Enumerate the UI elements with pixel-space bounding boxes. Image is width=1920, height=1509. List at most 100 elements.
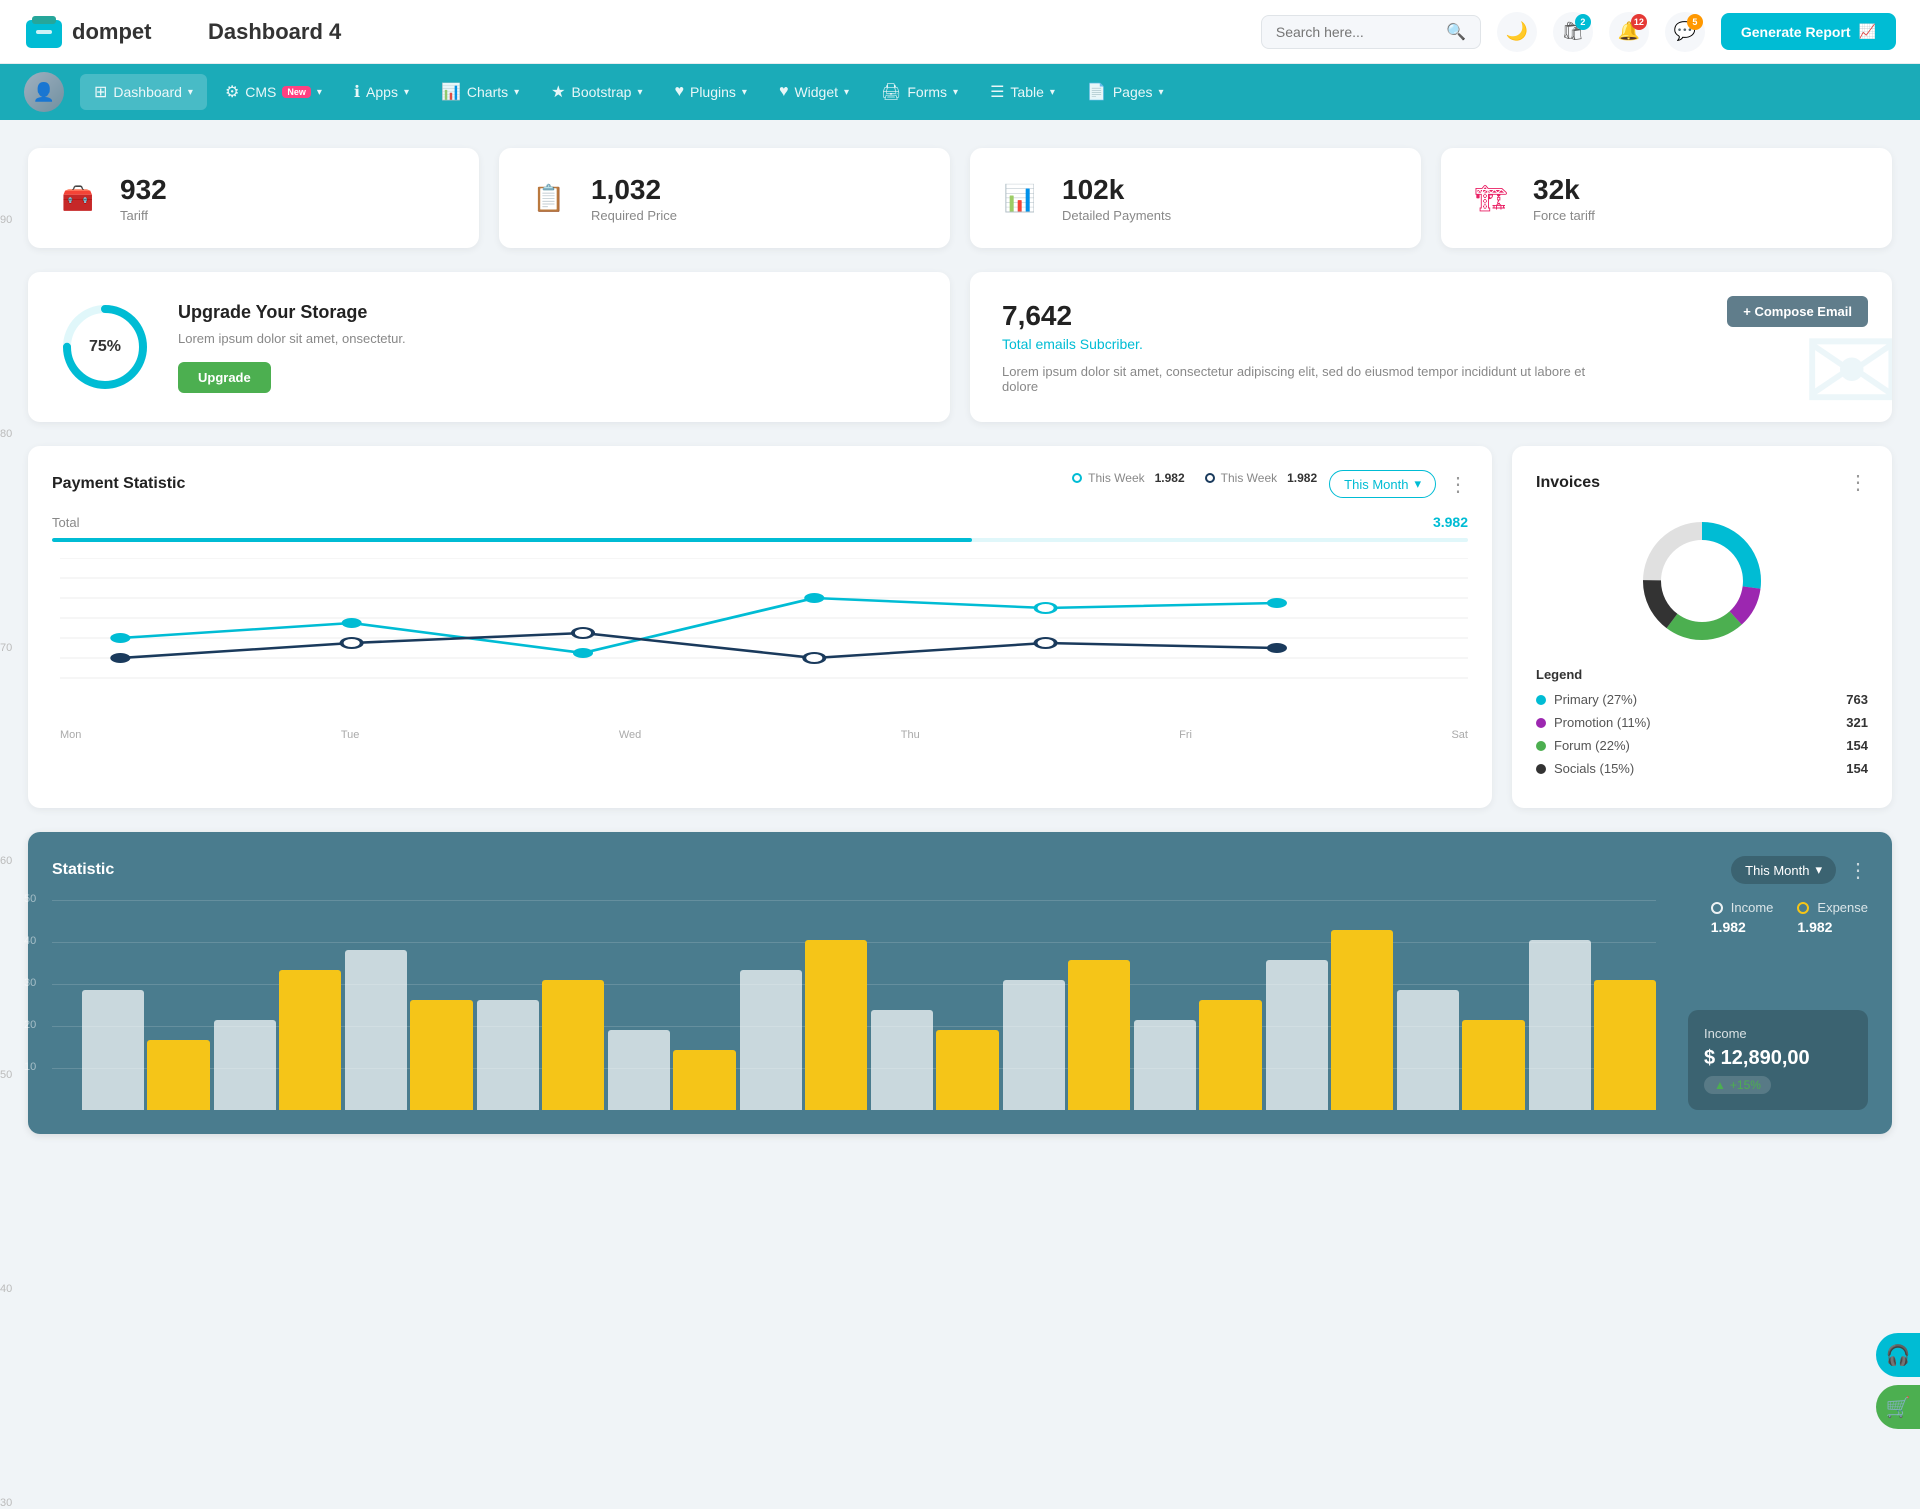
bar-yellow-1 (279, 970, 341, 1110)
tariff-label: Tariff (120, 208, 167, 223)
bar-group-2 (345, 950, 473, 1110)
nav-item-charts[interactable]: 📊 Charts ▾ (427, 74, 533, 110)
expense-label: Expense (1817, 900, 1868, 915)
bar-yellow-9 (1331, 930, 1393, 1110)
cart-float-btn[interactable]: 🛒 (1876, 1385, 1920, 1429)
generate-report-label: Generate Report (1741, 24, 1851, 40)
cart-btn[interactable]: 🛍 2 (1553, 12, 1593, 52)
storage-title: Upgrade Your Storage (178, 302, 406, 323)
navbar: 👤 ⊞ Dashboard ▾ ⚙ CMS New ▾ ℹ Apps ▾ 📊 C… (0, 64, 1920, 120)
bar-group-5 (740, 940, 868, 1110)
nav-item-apps[interactable]: ℹ Apps ▾ (340, 74, 423, 110)
bar-yellow-10 (1462, 1020, 1524, 1110)
support-float-btn[interactable]: 🎧 (1876, 1333, 1920, 1377)
nav-item-plugins[interactable]: ♥ Plugins ▾ (660, 75, 760, 109)
nav-avatar: 👤 (24, 72, 64, 112)
bar-yellow-0 (147, 1040, 209, 1110)
force-value: 32k (1533, 174, 1595, 206)
new-badge: New (282, 86, 311, 98)
legend-dot-teal (1072, 473, 1082, 483)
bar-group-1 (214, 970, 342, 1110)
plugins-icon: ♥ (674, 83, 684, 101)
inv-primary-label: Primary (27%) (1536, 692, 1637, 707)
chat-btn[interactable]: 💬 5 (1665, 12, 1705, 52)
bar-yellow-3 (542, 980, 604, 1110)
bar-white-8 (1134, 1020, 1196, 1110)
search-icon: 🔍 (1446, 22, 1466, 42)
nav-item-table[interactable]: ☰ Table ▾ (976, 74, 1069, 110)
invoice-card: Invoices ⋮ Legend (1512, 446, 1892, 808)
bar-white-1 (214, 1020, 276, 1110)
y-axis-labels: 100 90 80 70 60 50 40 30 (0, 0, 24, 1509)
bar-group-10 (1397, 990, 1525, 1110)
chevron-down-icon-widget: ▾ (844, 87, 849, 98)
nav-item-bootstrap[interactable]: ★ Bootstrap ▾ (537, 74, 656, 110)
theme-toggle-btn[interactable]: 🌙 (1497, 12, 1537, 52)
pages-icon: 📄 (1087, 82, 1107, 102)
payments-label: Detailed Payments (1062, 208, 1171, 223)
nav-label-pages: Pages (1113, 84, 1153, 100)
statistic-month-select[interactable]: This Month ▾ (1731, 856, 1836, 884)
charts-nav-icon: 📊 (441, 82, 461, 102)
y-label-40: 40 (0, 1283, 18, 1295)
bar-yellow-7 (1068, 960, 1130, 1110)
statistic-section: Statistic This Month ▾ ⋮ 50 40 30 20 10 (28, 832, 1892, 1134)
more-options-btn[interactable]: ⋮ (1448, 472, 1468, 497)
income-box: Income $ 12,890,00 ▲ +15% (1688, 1010, 1868, 1110)
notification-btn[interactable]: 🔔 12 (1609, 12, 1649, 52)
legend-item-2: This Week 1.982 (1205, 471, 1318, 485)
nav-label-dashboard: Dashboard (113, 84, 182, 100)
stat-card-tariff: 🧰 932 Tariff (28, 148, 479, 248)
bar-group-7 (1003, 960, 1131, 1110)
inv-dot-promotion (1536, 718, 1546, 728)
chevron-down-icon-month: ▾ (1414, 476, 1421, 492)
email-bg-icon: ✉ (1801, 312, 1892, 422)
legend-val-1: 1.982 (1155, 471, 1185, 485)
storage-percent: 75% (89, 338, 121, 356)
y-label-60: 60 (0, 855, 18, 867)
nav-item-widget[interactable]: ♥ Widget ▾ (765, 75, 863, 109)
income-badge: ▲ +15% (1704, 1076, 1771, 1094)
nav-item-forms[interactable]: 🖨 Forms ▾ (867, 74, 972, 110)
statistic-controls: This Month ▾ ⋮ (1731, 856, 1868, 884)
statistic-more-btn[interactable]: ⋮ (1848, 858, 1868, 883)
forms-icon: 🖨 (881, 82, 901, 102)
bars-container (82, 900, 1656, 1110)
chart-header-right: This Week 1.982 This Week 1.982 This Mon… (1072, 470, 1468, 498)
x-label-thu: Thu (901, 729, 920, 741)
invoice-more-btn[interactable]: ⋮ (1848, 470, 1868, 495)
chevron-down-icon-pages: ▾ (1159, 87, 1164, 98)
invoice-legend-promotion: Promotion (11%) 321 (1536, 715, 1868, 730)
statistic-header: Statistic This Month ▾ ⋮ (52, 856, 1868, 884)
chevron-down-icon-apps: ▾ (404, 87, 409, 98)
nav-item-dashboard[interactable]: ⊞ Dashboard ▾ (80, 74, 207, 110)
search-input[interactable] (1276, 24, 1438, 40)
total-progress-bar (52, 538, 1468, 542)
price-info: 1,032 Required Price (591, 174, 677, 223)
y-label-50: 50 (0, 1069, 18, 1081)
page-title: Dashboard 4 (208, 19, 1261, 45)
legend-label-1: This Week (1088, 471, 1144, 485)
bar-yellow-5 (805, 940, 867, 1110)
email-desc: Lorem ipsum dolor sit amet, consectetur … (1002, 364, 1603, 394)
dashboard-icon: ⊞ (94, 82, 107, 102)
y-label-70: 70 (0, 642, 18, 654)
payments-icon: 📊 (994, 172, 1046, 224)
invoice-header: Invoices ⋮ (1536, 470, 1868, 495)
nav-item-cms[interactable]: ⚙ CMS New ▾ (211, 74, 336, 110)
nav-label-forms: Forms (907, 84, 947, 100)
expense-value: 1.982 (1797, 919, 1832, 935)
nav-item-pages[interactable]: 📄 Pages ▾ (1073, 74, 1178, 110)
upgrade-button[interactable]: Upgrade (178, 362, 271, 393)
tariff-icon: 🧰 (52, 172, 104, 224)
logo: dompet (24, 12, 184, 52)
search-box[interactable]: 🔍 (1261, 15, 1481, 49)
header: dompet Dashboard 4 🔍 🌙 🛍 2 🔔 12 💬 5 Gene… (0, 0, 1920, 64)
generate-report-button[interactable]: Generate Report 📈 (1721, 13, 1896, 50)
month-select[interactable]: This Month ▾ (1329, 470, 1436, 498)
legend-row: This Week 1.982 This Week 1.982 (1072, 471, 1317, 485)
x-axis-labels: Mon Tue Wed Thu Fri Sat (60, 729, 1468, 741)
cart-badge: 2 (1575, 14, 1591, 30)
income-badge-val: +15% (1730, 1078, 1761, 1092)
chevron-down-icon-bootstrap: ▾ (637, 87, 642, 98)
